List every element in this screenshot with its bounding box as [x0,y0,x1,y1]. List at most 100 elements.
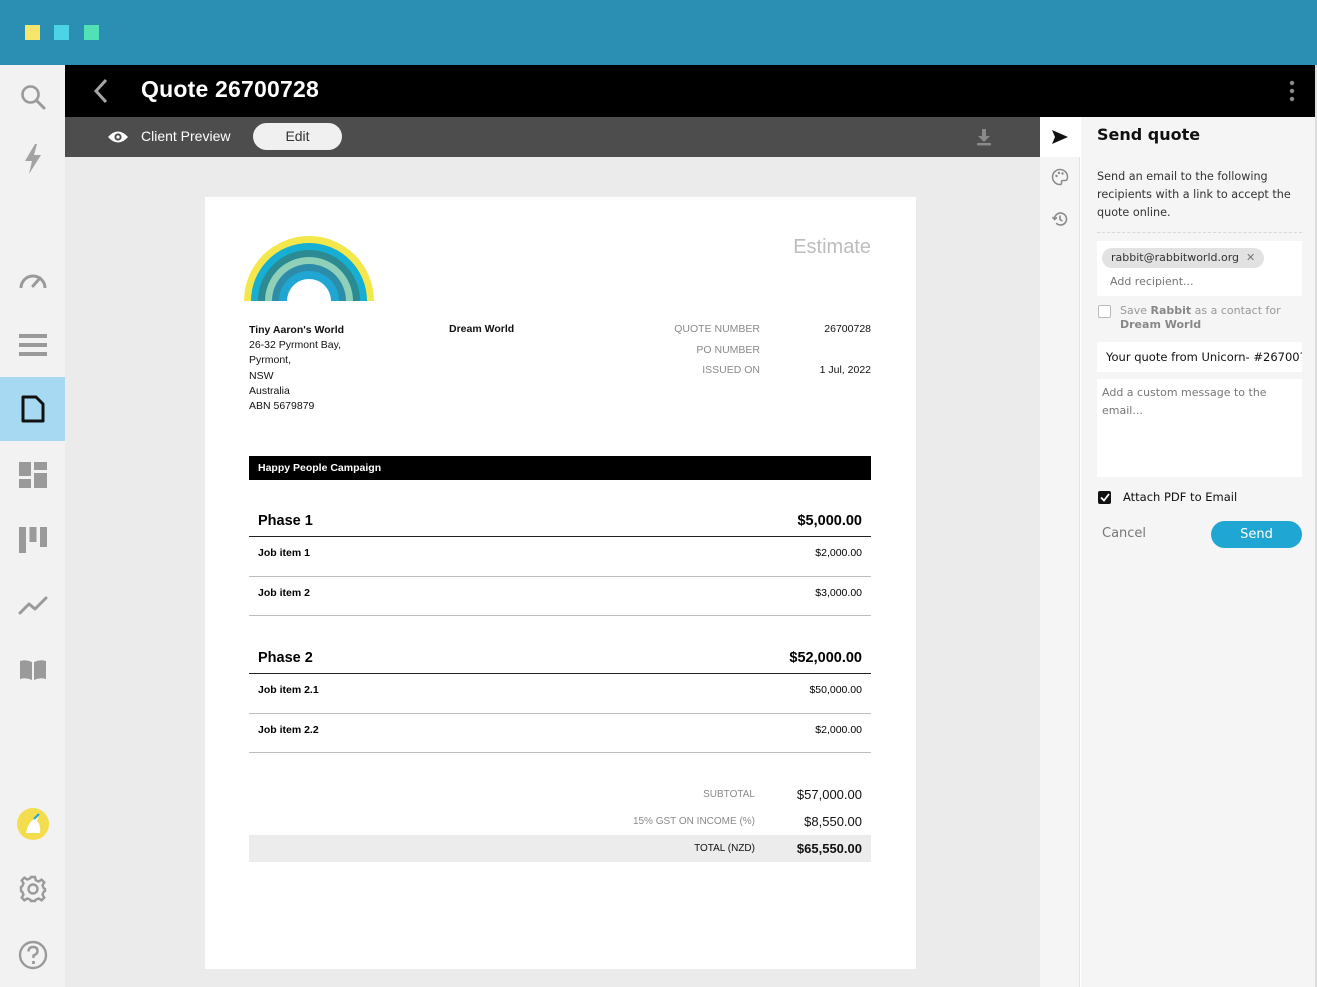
trend-line-icon [18,596,47,615]
tab-theme[interactable] [1040,157,1080,197]
job-item-amount: $2,000.00 [815,547,862,559]
board-icon [18,527,47,553]
phase-total: $52,000.00 [789,650,862,666]
lightning-icon [24,144,41,174]
remove-recipient-icon[interactable]: ✕ [1246,251,1255,264]
job-item-name: Job item 1 [258,547,310,559]
nav-settings[interactable] [0,857,65,921]
total-label: SUBTOTAL [703,789,755,800]
window-dot-green[interactable] [84,25,99,40]
total-value: $8,550.00 [804,814,862,829]
tab-send[interactable] [1040,117,1080,157]
window-dot-yellow[interactable] [25,25,40,40]
job-item-amount: $3,000.00 [815,586,862,599]
save-contact-name: Rabbit [1150,304,1192,317]
back-chevron-icon[interactable] [93,77,109,105]
sender-name: Tiny Aaron's World [249,324,345,336]
job-item-row: Job item 2 $3,000.00 [249,577,871,616]
meta-value: 1 Jul, 2022 [819,364,871,376]
send-button[interactable]: Send [1211,521,1302,548]
job-item-name: Job item 2 [258,586,310,599]
sender-address-line: NSW [249,369,274,382]
gear-icon [19,875,46,903]
subject-input[interactable]: Your quote from Unicorn- #26700728 [1097,342,1302,372]
meta-label: ISSUED ON [702,364,760,376]
history-icon [1051,212,1068,226]
nav-library[interactable] [0,638,65,702]
nav-quotes[interactable] [0,377,65,441]
job-item-amount: $50,000.00 [809,684,862,696]
custom-message-textarea[interactable]: Add a custom message to the email... [1097,379,1302,477]
totals-block: SUBTOTAL $57,000.00 15% GST ON INCOME (%)… [249,781,871,862]
save-contact-checkbox[interactable] [1098,305,1111,318]
rainbow-logo [244,236,374,301]
panel-title: Send quote [1097,125,1201,144]
book-icon [19,660,46,680]
document-type-label: Estimate [793,236,871,258]
recipient-email: rabbit@rabbitworld.org [1111,251,1240,264]
palette-icon [1051,168,1069,186]
phase-section: Phase 2 $52,000.00 Job item 2.1 $50,000.… [249,641,871,753]
total-label: TOTAL (NZD) [694,843,755,854]
window-chrome [0,0,1317,65]
sender-address: Tiny Aaron's World 26-32 Pyrmont Bay, Py… [249,323,344,414]
nav-reports[interactable] [0,573,65,637]
dashboard-gauge-icon [19,274,46,289]
nav-list[interactable] [0,313,65,377]
job-item-name: Job item 2.1 [258,684,319,696]
nav-search[interactable] [0,65,65,129]
meta-label: QUOTE NUMBER [674,323,760,335]
recipient-chip[interactable]: rabbit@rabbitworld.org ✕ [1102,248,1265,268]
nav-board[interactable] [0,508,65,572]
more-options-icon[interactable] [1289,80,1295,102]
add-recipient-input[interactable] [1110,275,1290,288]
app-window: Quote 26700728 Client Preview Edit Estim… [0,0,1317,987]
nav-profile[interactable] [0,792,65,856]
gst-row: 15% GST ON INCOME (%) $8,550.00 [249,808,871,835]
nav-layouts[interactable] [0,443,65,507]
attach-pdf-checkbox[interactable] [1098,491,1111,504]
meta-label: PO NUMBER [696,343,760,356]
edit-button[interactable]: Edit [253,123,342,150]
total-label: 15% GST ON INCOME (%) [632,816,755,827]
help-icon [18,940,47,970]
recipients-field[interactable]: rabbit@rabbitworld.org ✕ [1097,241,1302,296]
divider [1097,232,1302,233]
document-icon [21,395,44,423]
phase-name: Phase 1 [258,513,313,529]
nav-quick-actions[interactable] [0,127,65,191]
save-contact-prefix: Save [1120,304,1151,317]
phase-section: Phase 1 $5,000.00 Job item 1 $2,000.00 J… [249,504,871,616]
meta-row: QUOTE NUMBER 26700728 [645,323,871,344]
sender-address-line: 26-32 Pyrmont Bay, [249,339,342,352]
panel-description: Send an email to the following recipient… [1097,170,1291,219]
phase-header: Phase 1 $5,000.00 [249,504,871,537]
left-nav [0,65,65,987]
phase-total: $5,000.00 [797,513,862,529]
meta-value: 26700728 [824,323,871,335]
nav-help[interactable] [0,923,65,987]
eye-icon [108,131,128,143]
sender-address-line: Australia [249,384,290,397]
list-icon [18,334,47,356]
tab-history[interactable] [1040,199,1080,239]
send-quote-panel: Send quote Send an email to the followin… [1081,117,1317,987]
save-contact-company: Dream World [1120,318,1202,331]
nav-dashboard[interactable] [0,248,65,312]
download-icon[interactable] [976,128,992,146]
phase-header: Phase 2 $52,000.00 [249,641,871,674]
meta-row: ISSUED ON 1 Jul, 2022 [645,364,871,385]
client-preview-label: Client Preview [141,128,231,144]
cancel-button[interactable]: Cancel [1102,526,1146,541]
send-arrow-icon [1052,130,1068,144]
meta-row: PO NUMBER [645,344,871,365]
job-item-row: Job item 2.2 $2,000.00 [249,714,871,753]
subtotal-row: SUBTOTAL $57,000.00 [249,781,871,808]
quote-document: Estimate Tiny Aaron's World 26-32 Pyrmon… [205,197,916,969]
window-dot-cyan[interactable] [54,25,69,40]
page-header: Quote 26700728 [65,65,1317,117]
page-title: Quote 26700728 [141,76,319,102]
campaign-banner: Happy People Campaign [249,456,871,480]
phase-name: Phase 2 [258,650,313,666]
save-contact-middle: as a contact for [1191,304,1281,317]
